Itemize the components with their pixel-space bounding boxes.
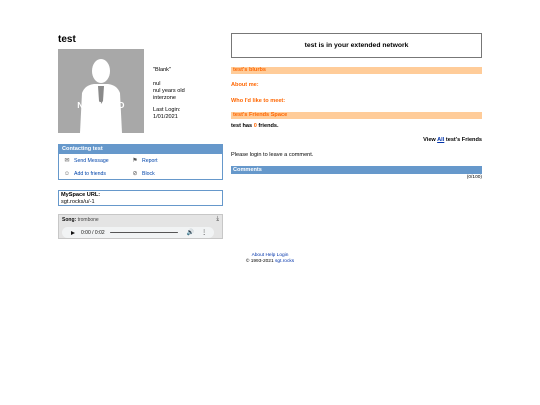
audio-time: 0:00 / 0:02 <box>81 229 105 236</box>
blurbs-header: test's blurbs <box>231 67 482 74</box>
download-icon[interactable]: ⤓ <box>216 216 219 223</box>
add-to-friends-link[interactable]: ☺ Add to friends <box>63 170 131 178</box>
send-message-link[interactable]: ✉ Send Message <box>63 157 131 165</box>
more-options-icon[interactable]: ⋮ <box>201 229 207 236</box>
friends-count-line: test has 0 friends. <box>231 123 482 129</box>
comments-count: (0/100) <box>466 175 482 180</box>
contact-actions: ✉ Send Message ⚑ Report ☺ Add to friends… <box>59 154 222 179</box>
view-suffix: test's Friends <box>444 137 482 143</box>
footer: About Help Login © 1993-2021 sgt.rocks <box>0 253 540 265</box>
profile-location: interzone <box>153 95 177 101</box>
play-icon[interactable] <box>71 230 75 235</box>
block-label: Block <box>142 171 155 177</box>
footer-link-login[interactable]: Login <box>277 253 289 258</box>
comments-header: Comments <box>231 166 482 174</box>
contact-box: Contacting test ✉ Send Message ⚑ Report … <box>58 144 223 180</box>
left-column: test NO PHOTO "Blank" nul nul years old … <box>58 34 223 239</box>
profile-name: test <box>58 34 76 45</box>
envelope-icon: ✉ <box>64 157 70 164</box>
footer-link-about[interactable]: About <box>252 253 265 258</box>
song-label: Song: <box>62 217 77 223</box>
profile-age: nul years old <box>153 88 185 94</box>
friends-prefix: test has <box>231 123 254 129</box>
song-title-line: Song: trombone <box>59 215 222 225</box>
audio-player: 0:00 / 0:02 🔊 ⋮ <box>62 227 214 238</box>
friends-suffix: friends. <box>256 123 279 129</box>
profile-quote: "Blank" <box>153 67 171 73</box>
profile-info: "Blank" nul nul years old interzone Last… <box>153 49 185 133</box>
login-to-comment-note: Please login to leave a comment. <box>231 152 314 158</box>
view-prefix: View <box>423 137 438 143</box>
audio-progress-slider[interactable] <box>109 231 178 234</box>
right-column: test is in your extended network test's … <box>231 33 482 180</box>
volume-icon[interactable]: 🔊 <box>187 229 194 236</box>
add-friend-icon: ☺ <box>63 170 71 177</box>
friends-space-header: test's Friends Space <box>231 112 482 119</box>
report-icon: ⚑ <box>132 157 138 164</box>
send-message-label: Send Message <box>74 158 109 164</box>
myspace-url-value: sgt.rocks/u/-1 <box>61 198 95 205</box>
contact-header: Contacting test <box>59 145 222 154</box>
report-label: Report <box>142 158 158 164</box>
about-me-label: About me: <box>231 82 259 88</box>
block-link[interactable]: ⊘ Block <box>131 170 221 178</box>
no-photo-label: NO PHOTO <box>77 100 125 110</box>
extended-network-box: test is in your extended network <box>231 33 482 58</box>
profile-gender: nul <box>153 81 161 87</box>
last-login-date: 1/01/2021 <box>153 114 178 120</box>
report-link[interactable]: ⚑ Report <box>131 157 221 165</box>
footer-link-help[interactable]: Help <box>265 253 275 258</box>
copyright-text: © 1993-2021 <box>245 259 275 264</box>
site-link[interactable]: sgt.rocks <box>275 259 294 264</box>
myspace-url-box: MySpace URL: sgt.rocks/u/-1 <box>58 190 223 206</box>
song-player-box: Song: trombone ⤓ 0:00 / 0:02 🔊 ⋮ <box>58 214 223 239</box>
who-to-meet-label: Who I'd like to meet: <box>231 98 286 104</box>
block-icon: ⊘ <box>132 170 138 177</box>
song-title: trombone <box>77 217 99 223</box>
last-login-label: Last Login: <box>153 107 181 113</box>
profile-photo-placeholder: NO PHOTO <box>58 49 144 133</box>
view-all-friends-line: View All test's Friends <box>231 137 482 143</box>
add-to-friends-label: Add to friends <box>74 171 107 177</box>
footer-copyright-line: © 1993-2021 sgt.rocks <box>0 259 540 265</box>
person-silhouette-icon <box>80 59 122 133</box>
profile-summary: NO PHOTO "Blank" nul nul years old inter… <box>58 49 223 133</box>
